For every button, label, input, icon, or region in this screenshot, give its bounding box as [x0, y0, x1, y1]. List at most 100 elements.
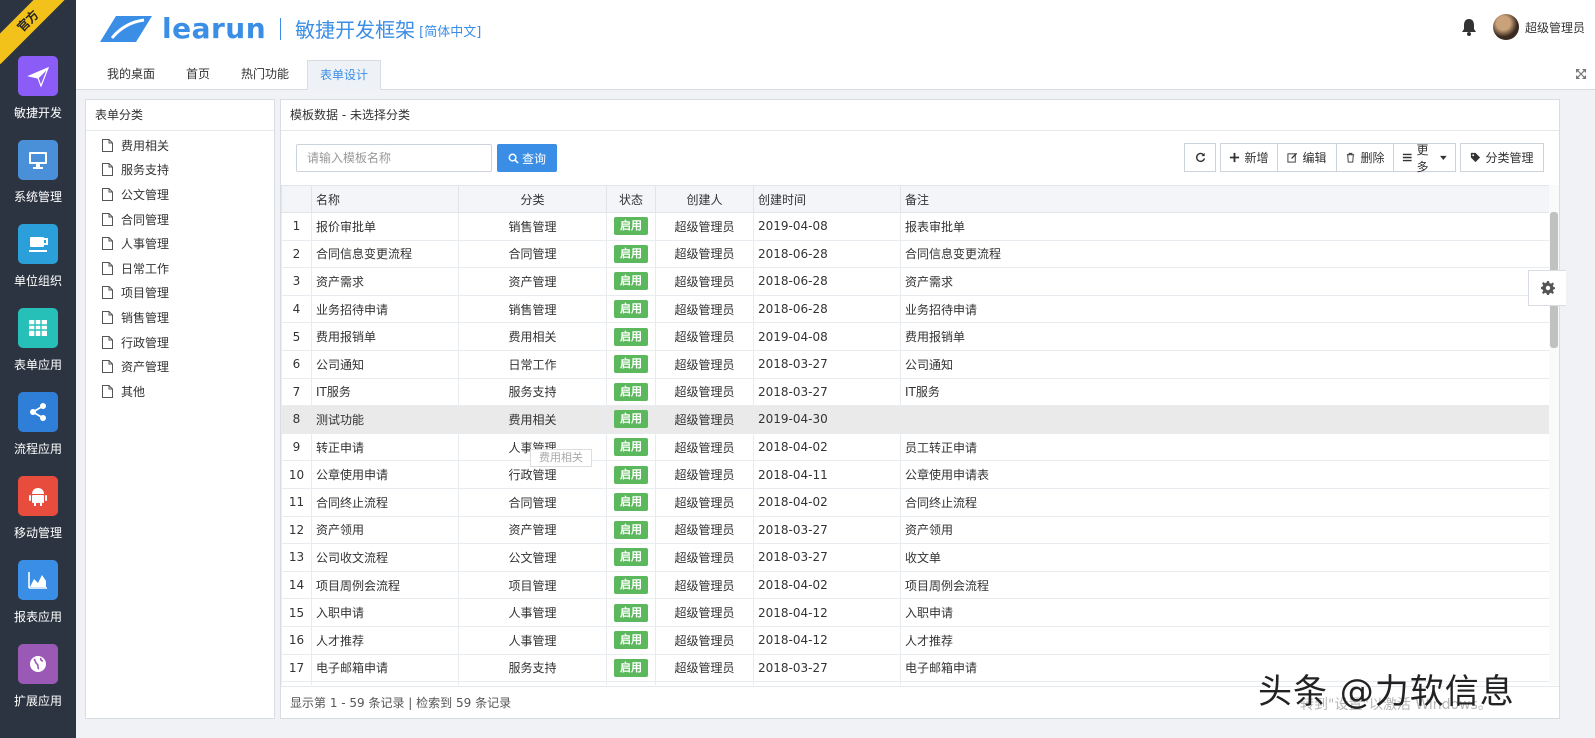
category-item[interactable]: 项目管理 [86, 281, 274, 306]
add-button-label: 新增 [1244, 151, 1269, 165]
cell-row-number: 3 [281, 267, 312, 296]
cell-template-name: 测试功能 [311, 405, 459, 434]
status-badge: 启用 [614, 576, 648, 595]
edit-button[interactable]: 编辑 [1277, 143, 1337, 172]
template-name-search-input[interactable] [296, 144, 492, 172]
add-button[interactable]: 新增 [1220, 143, 1278, 172]
table-row[interactable]: 15 入职申请 人事管理 启用 超级管理员 2018-04-12 入职申请 [281, 598, 1549, 627]
category-item[interactable]: 费用相关 [86, 133, 274, 158]
column-header-name[interactable]: 名称 [311, 185, 459, 213]
table-row[interactable]: 16 人才推荐 人事管理 启用 超级管理员 2018-04-12 人才推荐 [281, 625, 1549, 655]
category-item[interactable]: 日常工作 [86, 256, 274, 281]
document-icon [102, 261, 113, 275]
cell-creator: 超级管理员 [655, 460, 754, 489]
category-item[interactable]: 销售管理 [86, 305, 274, 330]
category-manage-group: 分类管理 [1460, 143, 1544, 172]
table-row[interactable]: 5 费用报销单 费用相关 启用 超级管理员 2019-04-08 费用报销单 [281, 322, 1549, 351]
sidebar-item-0[interactable]: 敏捷开发 [0, 52, 76, 136]
status-badge: 启用 [614, 382, 648, 401]
avatar[interactable] [1492, 14, 1519, 40]
sidebar-item-label: 单位组织 [13, 274, 62, 288]
table-row[interactable]: 11 合同终止流程 合同管理 启用 超级管理员 2018-04-02 合同终止流程 [281, 487, 1549, 517]
table-row[interactable]: 6 公司通知 日常工作 启用 超级管理员 2018-03-27 公司通知 [281, 349, 1549, 379]
table-row[interactable]: 4 业务招待申请 销售管理 启用 超级管理员 2018-06-28 业务招待申请 [281, 294, 1549, 324]
tab-hot-features[interactable]: 热门功能 [229, 60, 301, 90]
language-switch[interactable]: [简体中文] [419, 21, 481, 40]
query-button[interactable]: 查询 [497, 144, 557, 172]
tab-form-design[interactable]: 表单设计 [307, 60, 382, 90]
caret-down-icon [1440, 155, 1447, 161]
column-header-remark[interactable]: 备注 [900, 185, 1549, 213]
settings-tab[interactable] [1528, 270, 1566, 306]
column-header-category[interactable]: 分类 [458, 185, 607, 213]
category-manage-button[interactable]: 分类管理 [1460, 143, 1544, 172]
delete-button[interactable]: 删除 [1336, 143, 1394, 172]
cell-creator: 超级管理员 [655, 349, 754, 379]
sidebar-item-7[interactable]: 扩展应用 [0, 640, 76, 724]
cell-category: 合同管理 [458, 487, 607, 517]
fullscreen-icon[interactable] [1575, 68, 1587, 80]
grid-vertical-scrollbar[interactable] [1549, 185, 1559, 685]
table-row[interactable]: 7 IT服务 服务支持 启用 超级管理员 2018-03-27 IT服务 [281, 377, 1549, 407]
cell-created-time: 2018-04-02 [753, 570, 901, 600]
status-badge: 启用 [614, 244, 648, 263]
sidebar-item-6[interactable]: 报表应用 [0, 556, 76, 640]
trash-icon [1347, 152, 1355, 163]
category-item[interactable]: 服务支持 [86, 158, 274, 183]
cell-remark: 收文单 [900, 543, 1549, 572]
sidebar-item-3[interactable]: 表单应用 [0, 304, 76, 388]
gear-icon [1540, 281, 1555, 295]
cell-category: 项目管理 [458, 570, 607, 600]
user-name[interactable]: 超级管理员 [1525, 19, 1585, 36]
column-header-created-time[interactable]: 创建时间 [753, 185, 901, 213]
bell-icon[interactable] [1459, 17, 1479, 37]
status-badge: 启用 [614, 300, 648, 319]
category-item[interactable]: 合同管理 [86, 207, 274, 232]
category-item[interactable]: 人事管理 [86, 231, 274, 256]
sidebar-item-2[interactable]: 单位组织 [0, 220, 76, 304]
category-item[interactable]: 行政管理 [86, 330, 274, 355]
cell-created-time: 2019-04-08 [753, 322, 901, 351]
status-badge: 启用 [614, 520, 648, 539]
table-row[interactable]: 10 公章使用申请 行政管理 启用 超级管理员 2018-04-11 公章使用申请表 [281, 460, 1549, 489]
category-label: 费用相关 [121, 138, 170, 153]
learun-logo-icon [100, 15, 152, 42]
table-row[interactable]: 12 资产领用 资产管理 启用 超级管理员 2018-03-27 资产领用 [281, 515, 1549, 545]
delete-button-label: 删除 [1360, 151, 1385, 165]
cell-remark: 资产需求 [900, 267, 1549, 296]
cell-category: 销售管理 [458, 294, 607, 324]
table-row[interactable]: 9 转正申请 人事管理 启用 超级管理员 2018-04-02 员工转正申请 [281, 432, 1549, 462]
cell-remark: 合同终止流程 [900, 487, 1549, 517]
table-row[interactable]: 14 项目周例会流程 项目管理 启用 超级管理员 2018-04-02 项目周例会流程 [281, 570, 1549, 600]
refresh-button[interactable] [1184, 143, 1216, 172]
monitor-icon-tile [18, 140, 58, 180]
tab-my-desktop[interactable]: 我的桌面 [95, 60, 167, 90]
table-row[interactable]: 1 报价审批单 销售管理 启用 超级管理员 2019-04-08 报表审批单 [281, 212, 1549, 241]
watermark-text: 头条 @力软信息 [1258, 672, 1515, 712]
sidebar-item-4[interactable]: 流程应用 [0, 388, 76, 472]
column-header-creator[interactable]: 创建人 [655, 185, 754, 213]
more-dropdown-button[interactable]: 更多 [1393, 143, 1456, 174]
logo[interactable]: learun 敏捷开发框架 [简体中文] [94, 12, 481, 45]
table-row[interactable]: 13 公司收文流程 公文管理 启用 超级管理员 2018-03-27 收文单 [281, 543, 1549, 572]
category-label: 合同管理 [121, 212, 170, 227]
share-icon [30, 403, 46, 421]
document-icon [102, 138, 113, 152]
column-header-status[interactable]: 状态 [606, 185, 656, 213]
category-item[interactable]: 公文管理 [86, 182, 274, 207]
sidebar-item-1[interactable]: 系统管理 [0, 136, 76, 220]
sidebar-item-5[interactable]: 移动管理 [0, 472, 76, 556]
template-panel-title: 模板数据 - 未选择分类 [281, 100, 1559, 131]
cell-creator: 超级管理员 [655, 543, 754, 572]
table-row[interactable]: 8 测试功能 费用相关 启用 超级管理员 2019-04-30 [281, 405, 1549, 434]
tab-home[interactable]: 首页 [174, 60, 222, 90]
cell-status: 启用 [606, 515, 656, 545]
table-row[interactable]: 2 合同信息变更流程 合同管理 启用 超级管理员 2018-06-28 合同信息变更流程 [281, 239, 1549, 269]
cell-status: 启用 [606, 570, 656, 600]
category-item[interactable]: 资产管理 [86, 354, 274, 379]
category-panel: 表单分类 费用相关 服务支持 公文管理 合同管理 人事管理 日常工作 项目管理 销售管理 行政管… [85, 99, 275, 719]
category-label: 服务支持 [121, 163, 170, 178]
table-row[interactable]: 3 资产需求 资产管理 启用 超级管理员 2018-06-28 资产需求 [281, 267, 1549, 296]
cell-creator [655, 681, 754, 685]
category-item[interactable]: 其他 [86, 379, 274, 404]
